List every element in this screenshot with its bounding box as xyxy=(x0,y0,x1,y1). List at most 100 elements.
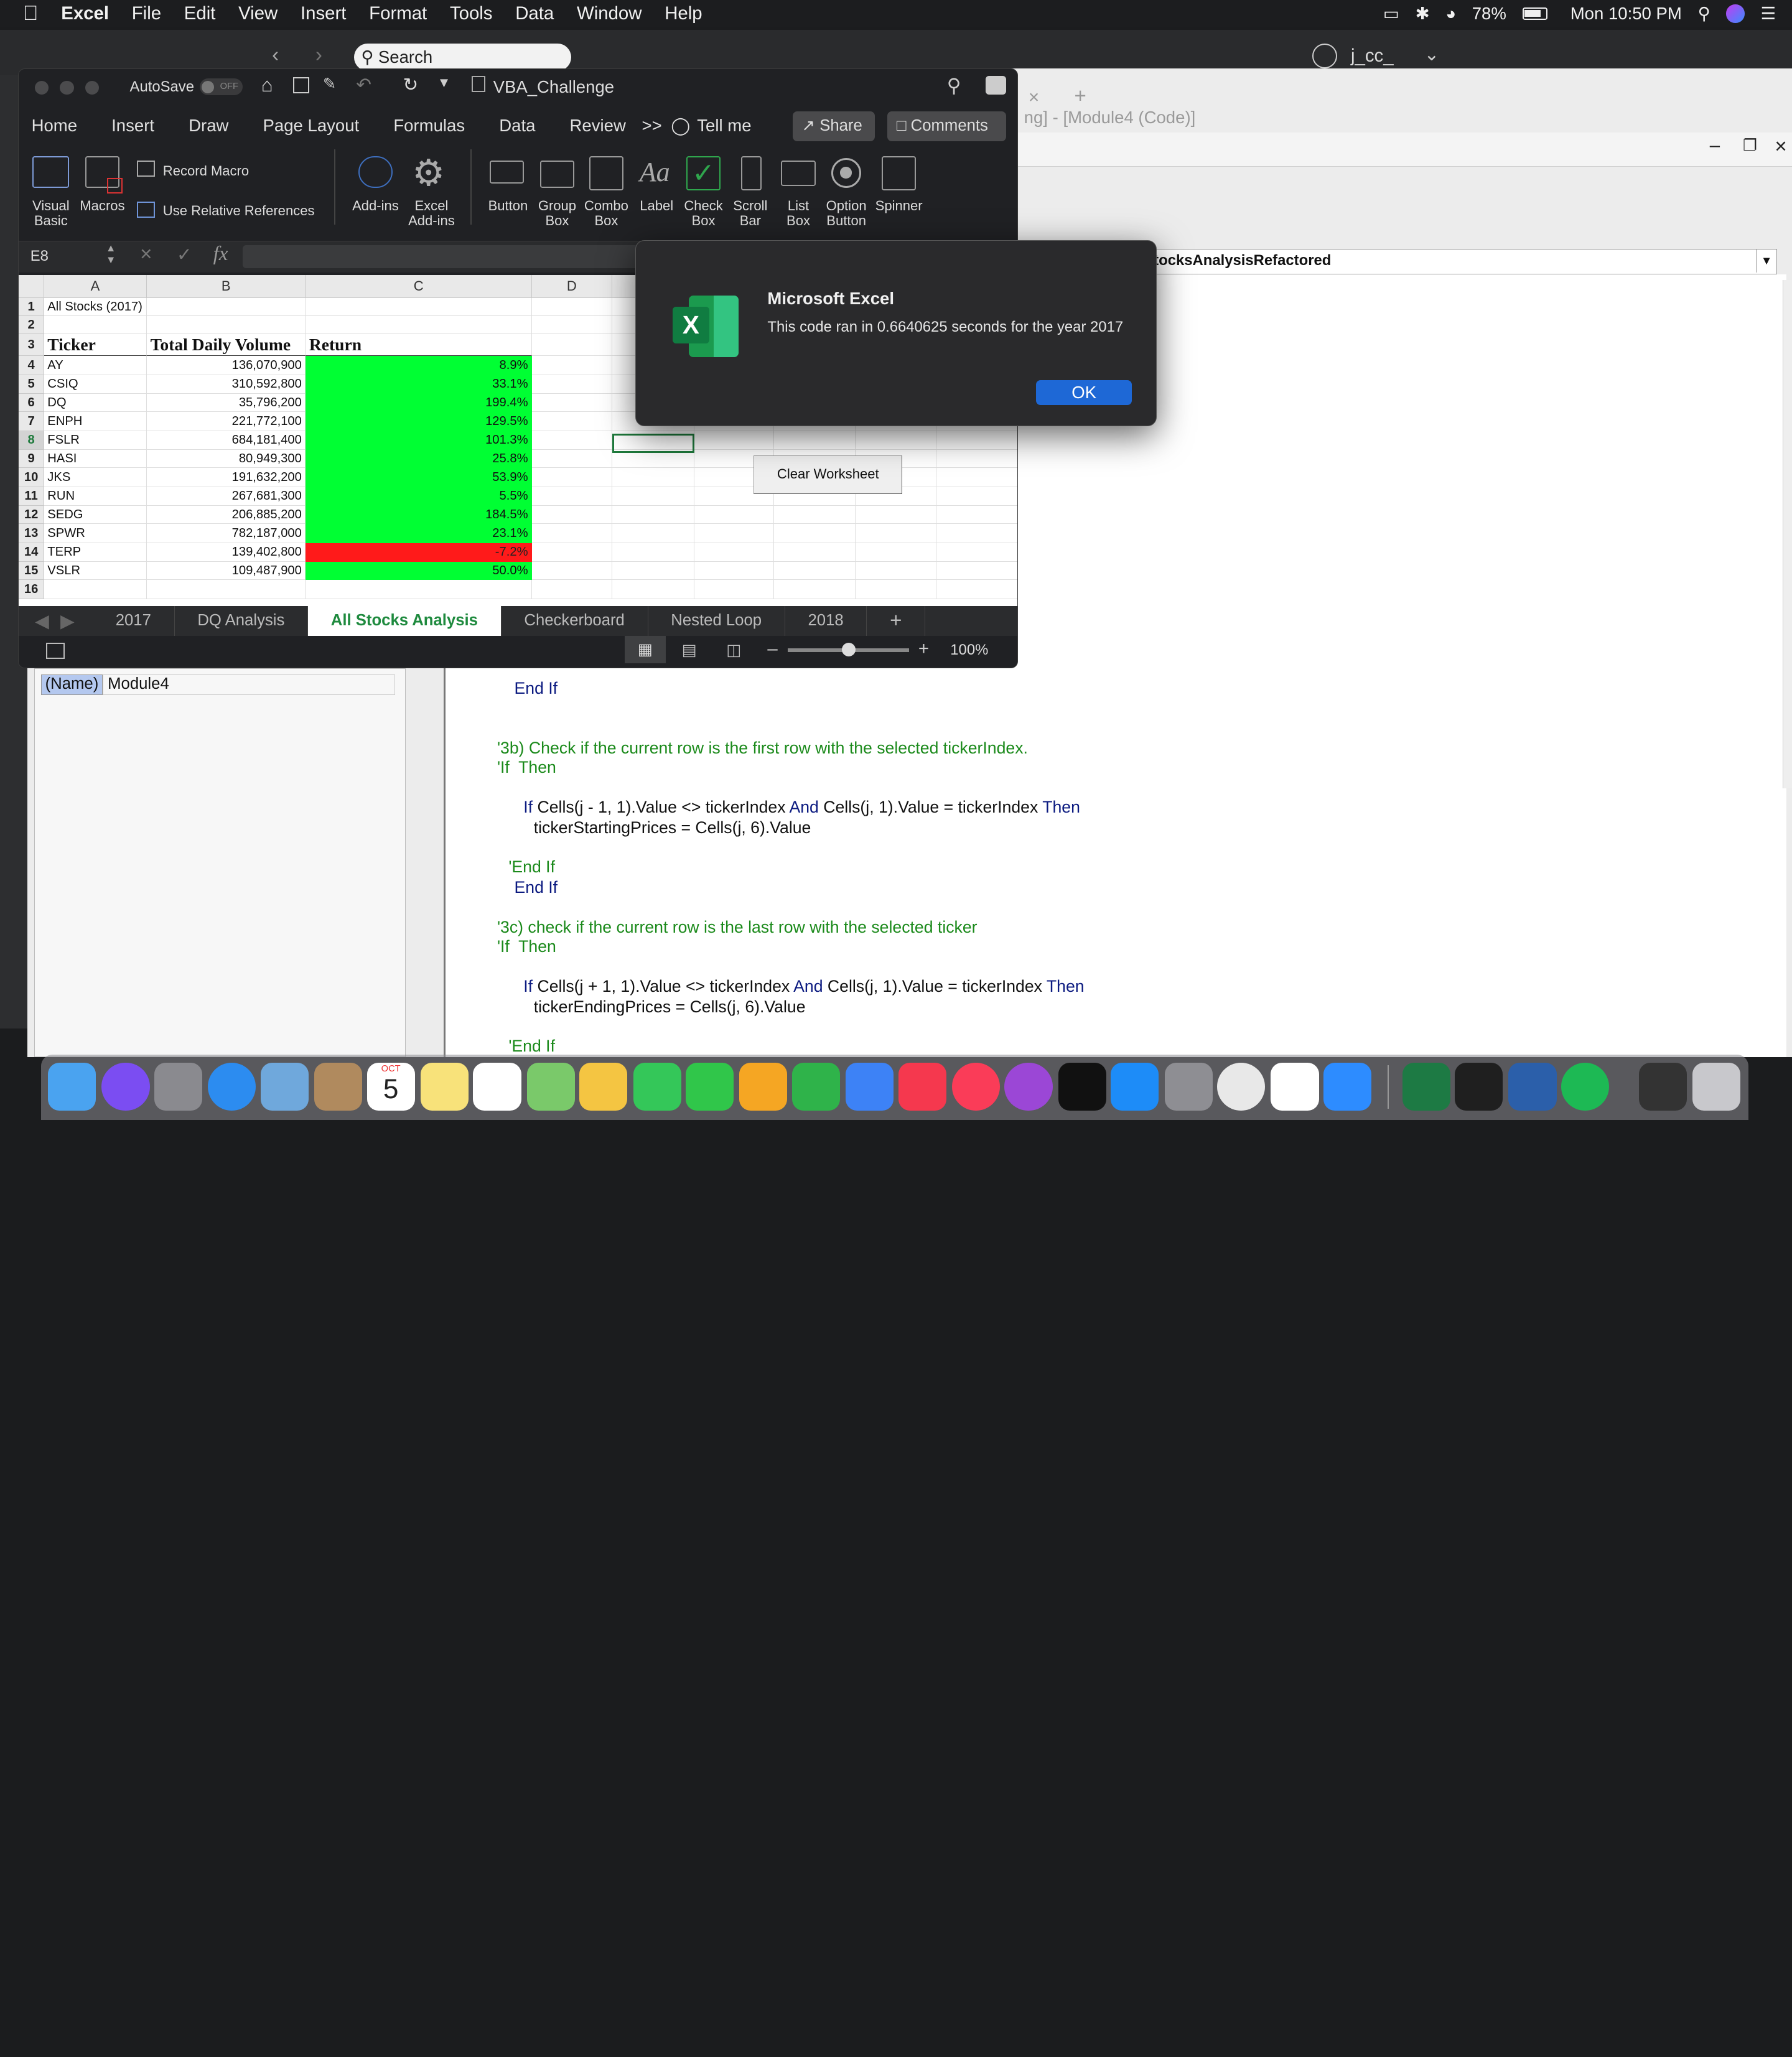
header-total-volume[interactable]: Total Daily Volume xyxy=(147,334,306,357)
row-header[interactable]: 3 xyxy=(19,334,44,357)
minimize-icon[interactable]: – xyxy=(1710,135,1720,156)
code-scrollbar[interactable] xyxy=(1783,279,1792,789)
grid-cell[interactable] xyxy=(532,431,612,450)
clear-worksheet-button[interactable]: Clear Worksheet xyxy=(754,455,903,495)
return-cell[interactable]: 25.8% xyxy=(306,449,533,469)
column-header-c[interactable]: C xyxy=(306,274,533,298)
procedure-dropdown[interactable]: tocksAnalysisRefactored ▼ xyxy=(1148,249,1778,274)
property-value[interactable]: Module4 xyxy=(102,674,396,695)
grid-cell[interactable] xyxy=(612,487,694,506)
ticker-cell[interactable]: RUN xyxy=(44,487,147,506)
volume-cell[interactable]: 206,885,200 xyxy=(147,505,306,525)
header-return[interactable]: Return xyxy=(306,334,533,357)
option-button-control[interactable]: Option Button xyxy=(820,198,872,228)
property-name-row[interactable]: (Name) Module4 xyxy=(41,674,396,695)
menu-edit[interactable]: Edit xyxy=(172,3,226,24)
tab-insert[interactable]: Insert xyxy=(111,116,154,136)
word-icon[interactable] xyxy=(1508,1063,1557,1111)
pages-icon[interactable] xyxy=(739,1063,788,1111)
ticker-cell[interactable]: SEDG xyxy=(44,505,147,525)
volume-cell[interactable]: 310,592,800 xyxy=(147,375,306,394)
reminders-icon[interactable] xyxy=(473,1063,521,1111)
wifi-icon[interactable]: ◕ xyxy=(1445,4,1456,24)
grid-cell[interactable] xyxy=(855,561,937,581)
grid-cell[interactable] xyxy=(532,561,612,581)
normal-view-icon[interactable]: ▦ xyxy=(624,636,666,664)
spotify-icon[interactable] xyxy=(1561,1063,1610,1111)
label-control[interactable]: Label xyxy=(630,198,683,213)
grid-cell[interactable] xyxy=(936,450,1018,469)
undo-icon[interactable]: ↶ xyxy=(356,74,371,96)
menu-file[interactable]: File xyxy=(120,3,172,24)
home-icon[interactable]: ⌂ xyxy=(261,74,273,96)
tab-review[interactable]: Review xyxy=(570,116,626,136)
grid-cell[interactable] xyxy=(44,580,147,600)
keynote-icon[interactable] xyxy=(846,1063,894,1111)
row-header[interactable]: 6 xyxy=(19,393,44,413)
tab-data[interactable]: Data xyxy=(499,116,535,136)
sheet-tab-2017[interactable]: 2017 xyxy=(93,606,175,637)
minimize-window-button[interactable] xyxy=(60,80,74,95)
grid-cell[interactable] xyxy=(774,580,856,600)
app-store-icon[interactable] xyxy=(1111,1063,1159,1111)
grid-cell[interactable] xyxy=(532,356,612,376)
chevron-down-icon[interactable]: ⌄ xyxy=(1424,44,1440,65)
slack-icon[interactable] xyxy=(1271,1063,1319,1111)
grid-cell[interactable] xyxy=(532,487,612,506)
add-sheet-button[interactable]: + xyxy=(867,606,926,637)
row-header[interactable]: 2 xyxy=(19,315,44,335)
redo-icon[interactable]: ↻ xyxy=(403,74,419,96)
facetime-icon[interactable] xyxy=(686,1063,734,1111)
sheet-tab-nested-loop[interactable]: Nested Loop xyxy=(648,606,785,637)
messages-icon[interactable] xyxy=(633,1063,681,1111)
mail-icon[interactable] xyxy=(260,1063,309,1111)
enter-icon[interactable]: ✓ xyxy=(177,244,192,266)
ticker-cell[interactable]: FSLR xyxy=(44,431,147,450)
grid-cell[interactable] xyxy=(306,297,533,316)
scroll-left-icon[interactable]: ◀ xyxy=(19,610,55,632)
tab-close-icon[interactable]: × xyxy=(1029,87,1039,108)
grid-cell[interactable] xyxy=(147,315,306,335)
ticker-cell[interactable]: TERP xyxy=(44,543,147,562)
photos-icon[interactable] xyxy=(579,1063,628,1111)
notes-icon[interactable] xyxy=(420,1063,469,1111)
grid-cell[interactable] xyxy=(147,580,306,600)
relative-references-button[interactable]: Use Relative References xyxy=(163,203,315,219)
grid-cell[interactable] xyxy=(694,580,775,600)
grid-cell[interactable] xyxy=(147,297,306,316)
grid-cell[interactable] xyxy=(532,412,612,432)
maps-icon[interactable] xyxy=(526,1063,575,1111)
background-nav-forward-icon[interactable]: › xyxy=(315,44,322,67)
grid-cell[interactable] xyxy=(855,524,937,544)
ticker-cell[interactable]: VSLR xyxy=(44,561,147,581)
combo-box-control[interactable]: Combo Box xyxy=(580,198,632,228)
spinner-control[interactable]: Spinner xyxy=(870,198,928,213)
row-header[interactable]: 1 xyxy=(19,297,44,316)
share-button[interactable]: ↗ Share xyxy=(792,111,875,141)
page-layout-view-icon[interactable]: ▤ xyxy=(682,641,697,660)
search-icon[interactable]: ⚲ xyxy=(947,75,961,97)
grid-cell[interactable] xyxy=(694,431,775,450)
visual-basic-button[interactable]: Visual Basic xyxy=(25,198,77,228)
menu-help[interactable]: Help xyxy=(653,3,714,24)
grid-cell[interactable] xyxy=(855,543,937,562)
zoom-in-icon[interactable]: + xyxy=(918,638,929,660)
more-tabs-icon[interactable]: >> xyxy=(642,116,662,136)
ticker-cell[interactable]: JKS xyxy=(44,468,147,488)
volume-cell[interactable]: 684,181,400 xyxy=(147,431,306,450)
grid-cell[interactable] xyxy=(774,431,856,450)
background-search-input[interactable]: ⚲ Search xyxy=(354,43,572,71)
user-name[interactable]: j_cc_ xyxy=(1351,45,1394,67)
siri-icon[interactable] xyxy=(101,1063,150,1111)
cancel-icon[interactable]: × xyxy=(140,243,152,266)
contacts-icon[interactable] xyxy=(314,1063,363,1111)
row-header[interactable]: 15 xyxy=(19,561,44,581)
autosave-toggle[interactable]: OFF xyxy=(199,78,243,96)
grid-cell[interactable] xyxy=(612,505,694,525)
grid-cell[interactable] xyxy=(936,562,1018,581)
grid-cell[interactable] xyxy=(774,561,856,581)
background-nav-back-icon[interactable]: ‹ xyxy=(272,44,279,67)
grid-cell[interactable] xyxy=(936,580,1018,600)
grid-cell[interactable] xyxy=(612,543,694,562)
tab-add-icon[interactable]: + xyxy=(1074,85,1086,108)
